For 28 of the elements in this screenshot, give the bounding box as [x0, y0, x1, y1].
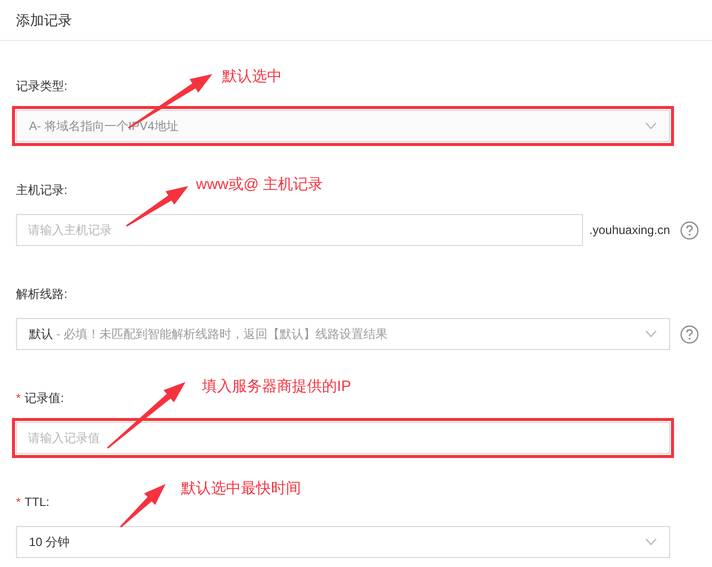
- annotation-text: 默认选中: [222, 67, 282, 87]
- field-label: TTL:: [24, 494, 50, 511]
- select-value: 10 分钟: [29, 535, 70, 549]
- help-icon[interactable]: [680, 220, 698, 240]
- annotation-text: 默认选中最快时间: [181, 479, 301, 499]
- annotation-text: www或@ 主机记录: [196, 175, 323, 195]
- annotation-arrow-icon: [107, 382, 186, 449]
- field-label: 记录类型:: [16, 78, 68, 95]
- chevron-down-icon: [645, 538, 657, 546]
- select-hint: - 必填！未匹配到智能解析线路时，返回【默认】线路设置结果: [55, 327, 388, 341]
- input-field[interactable]: 请输入主机记录: [16, 214, 584, 246]
- select-value: 默认: [29, 327, 53, 341]
- annotation-arrow-icon: [126, 186, 188, 227]
- chevron-down-icon: [645, 330, 657, 338]
- domain-suffix: .youhuaxing.cn: [589, 222, 670, 239]
- field-label: 主机记录:: [16, 182, 68, 199]
- required-mark: *: [16, 390, 21, 407]
- field-label: 解析线路:: [16, 286, 68, 303]
- chevron-down-icon: [645, 122, 657, 130]
- field-label: 记录值:: [24, 390, 64, 407]
- annotation-text: 填入服务器商提供的IP: [202, 377, 352, 397]
- page-title: 添加记录: [16, 10, 72, 30]
- select-field[interactable]: 默认 - 必填！未匹配到智能解析线路时，返回【默认】线路设置结果: [16, 318, 670, 350]
- help-icon[interactable]: [680, 324, 698, 344]
- annotation-arrow-icon: [120, 484, 166, 528]
- select-field[interactable]: 10 分钟: [16, 526, 670, 558]
- input-field[interactable]: 请输入记录值: [16, 422, 670, 454]
- required-mark: *: [16, 494, 21, 511]
